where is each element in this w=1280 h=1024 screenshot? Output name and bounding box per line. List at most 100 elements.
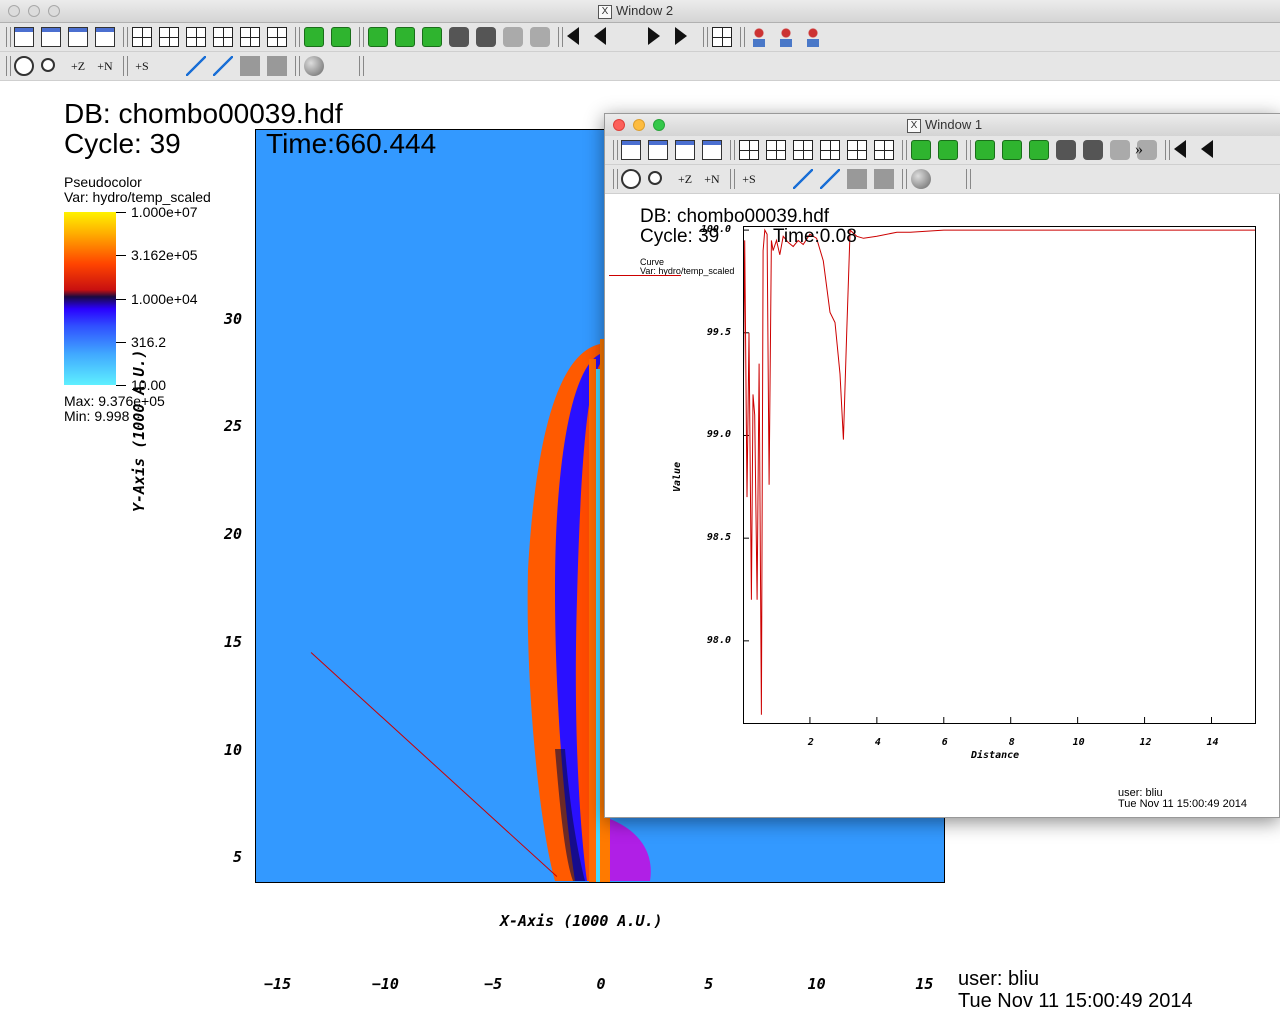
- lock-icon[interactable]: [304, 27, 324, 47]
- animation-stop-icon[interactable]: [621, 27, 641, 47]
- cycle-label: Cycle: 39: [64, 128, 181, 159]
- print-image-icon[interactable]: [1029, 140, 1049, 160]
- camera-icon[interactable]: [449, 27, 469, 47]
- copy-window-icon[interactable]: [675, 140, 695, 160]
- window1-close-button[interactable]: [613, 119, 625, 131]
- spreadsheet-pick-s-icon[interactable]: +S: [739, 169, 759, 189]
- sphere-tool-icon[interactable]: [304, 56, 324, 76]
- toolbar-separator: [1165, 140, 1170, 160]
- navigate-icon[interactable]: [14, 56, 34, 76]
- pick-pointer-icon[interactable]: [793, 169, 813, 189]
- line-tool-icon[interactable]: [820, 169, 840, 189]
- camera2-icon[interactable]: [1083, 140, 1103, 160]
- window1-minimize-button[interactable]: [633, 119, 645, 131]
- copy-window-icon[interactable]: [68, 27, 88, 47]
- window1-zoom-button[interactable]: [653, 119, 665, 131]
- new-window-icon[interactable]: [621, 140, 641, 160]
- animation-stop-icon[interactable]: [1228, 140, 1248, 160]
- layout-2x2-icon[interactable]: [186, 27, 206, 47]
- zone-pick-z-icon[interactable]: +Z: [675, 169, 695, 189]
- toolbar-grip[interactable]: [6, 56, 11, 76]
- layout-2x4-icon[interactable]: [240, 27, 260, 47]
- lock-icon[interactable]: [911, 140, 931, 160]
- plane-tool-icon[interactable]: [847, 169, 867, 189]
- plane-tool-icon[interactable]: [240, 56, 260, 76]
- sphere-tool-icon[interactable]: [911, 169, 931, 189]
- window1[interactable]: X Window 1 » +Z +N +S DB: chombo00039.hdf C…: [604, 113, 1280, 818]
- window2-minimize-button[interactable]: [28, 5, 40, 17]
- window1-titlebar[interactable]: X Window 1: [605, 114, 1280, 137]
- point-tool-icon[interactable]: [331, 56, 351, 76]
- curve-x-tick-label: 2: [807, 737, 814, 748]
- legend-tick-label: 1.000e+04: [131, 290, 198, 307]
- invert-icon[interactable]: [938, 140, 958, 160]
- delete-window-icon[interactable]: [702, 140, 722, 160]
- lineout-mode-icon[interactable]: [159, 56, 179, 76]
- animation-next-icon[interactable]: [675, 27, 687, 45]
- window1-toolbar-row1: »: [605, 136, 1280, 165]
- view-3d-icon[interactable]: [975, 140, 995, 160]
- zoom-icon[interactable]: [648, 171, 662, 185]
- line-tool-icon[interactable]: [213, 56, 233, 76]
- save-image-icon[interactable]: [1002, 140, 1022, 160]
- layout-1x2-icon[interactable]: [159, 27, 179, 47]
- window2-zoom-button[interactable]: [48, 5, 60, 17]
- toolbar-grip[interactable]: [6, 27, 11, 47]
- toolbar-separator: [295, 56, 300, 76]
- camera4-icon[interactable]: [530, 27, 550, 47]
- spreadsheet-icon[interactable]: [712, 27, 732, 47]
- legend-tick-mark: [116, 298, 126, 300]
- node-pick-n-icon[interactable]: +N: [95, 56, 115, 76]
- layout-1x1-icon[interactable]: [132, 27, 152, 47]
- save-image-icon[interactable]: [395, 27, 415, 47]
- print-image-icon[interactable]: [422, 27, 442, 47]
- y-tick-label: 10: [223, 740, 242, 759]
- animation-first-icon[interactable]: [1174, 140, 1186, 158]
- x11-icon: X: [907, 118, 921, 133]
- toolbar-grip[interactable]: [613, 169, 618, 189]
- animation-back-icon[interactable]: [594, 27, 606, 45]
- box-tool-icon[interactable]: [267, 56, 287, 76]
- window2-titlebar[interactable]: X Window 2: [0, 0, 1280, 23]
- point-tool-icon[interactable]: [938, 169, 958, 189]
- navigate-icon[interactable]: [621, 169, 641, 189]
- x-tick-label: 5: [704, 975, 714, 993]
- layout-1x1-icon[interactable]: [739, 140, 759, 160]
- invert-icon[interactable]: [331, 27, 351, 47]
- spreadsheet-pick-s-icon[interactable]: +S: [132, 56, 152, 76]
- pick2-icon[interactable]: [776, 27, 796, 47]
- animation-play-icon[interactable]: [648, 27, 660, 45]
- view-3d-icon[interactable]: [368, 27, 388, 47]
- pick-pointer-icon[interactable]: [186, 56, 206, 76]
- toolbar-separator: [123, 56, 128, 76]
- camera2-icon[interactable]: [476, 27, 496, 47]
- new-window-icon[interactable]: [14, 27, 34, 47]
- clone-window-icon[interactable]: [41, 27, 61, 47]
- animation-back-icon[interactable]: [1201, 140, 1213, 158]
- layout-2x4-icon[interactable]: [847, 140, 867, 160]
- layout-1x2-icon[interactable]: [766, 140, 786, 160]
- clone-window-icon[interactable]: [648, 140, 668, 160]
- animation-first-icon[interactable]: [567, 27, 579, 45]
- camera3-icon[interactable]: [1110, 140, 1130, 160]
- camera3-icon[interactable]: [503, 27, 523, 47]
- curve-plot[interactable]: [743, 226, 1257, 726]
- lineout-icon[interactable]: [803, 27, 823, 47]
- layout-2x2-icon[interactable]: [793, 140, 813, 160]
- layout-2x3-icon[interactable]: [820, 140, 840, 160]
- delete-window-icon[interactable]: [95, 27, 115, 47]
- toolbar-overflow-button[interactable]: »: [1129, 140, 1149, 160]
- window2-close-button[interactable]: [8, 5, 20, 17]
- camera-icon[interactable]: [1056, 140, 1076, 160]
- layout-3x3-icon[interactable]: [267, 27, 287, 47]
- zone-pick-z-icon[interactable]: +Z: [68, 56, 88, 76]
- lineout-mode-icon[interactable]: [766, 169, 786, 189]
- jet-core: [596, 369, 600, 883]
- layout-3x3-icon[interactable]: [874, 140, 894, 160]
- toolbar-grip[interactable]: [613, 140, 618, 160]
- node-pick-n-icon[interactable]: +N: [702, 169, 722, 189]
- layout-2x3-icon[interactable]: [213, 27, 233, 47]
- pick-icon[interactable]: [749, 27, 769, 47]
- box-tool-icon[interactable]: [874, 169, 894, 189]
- zoom-icon[interactable]: [41, 58, 55, 72]
